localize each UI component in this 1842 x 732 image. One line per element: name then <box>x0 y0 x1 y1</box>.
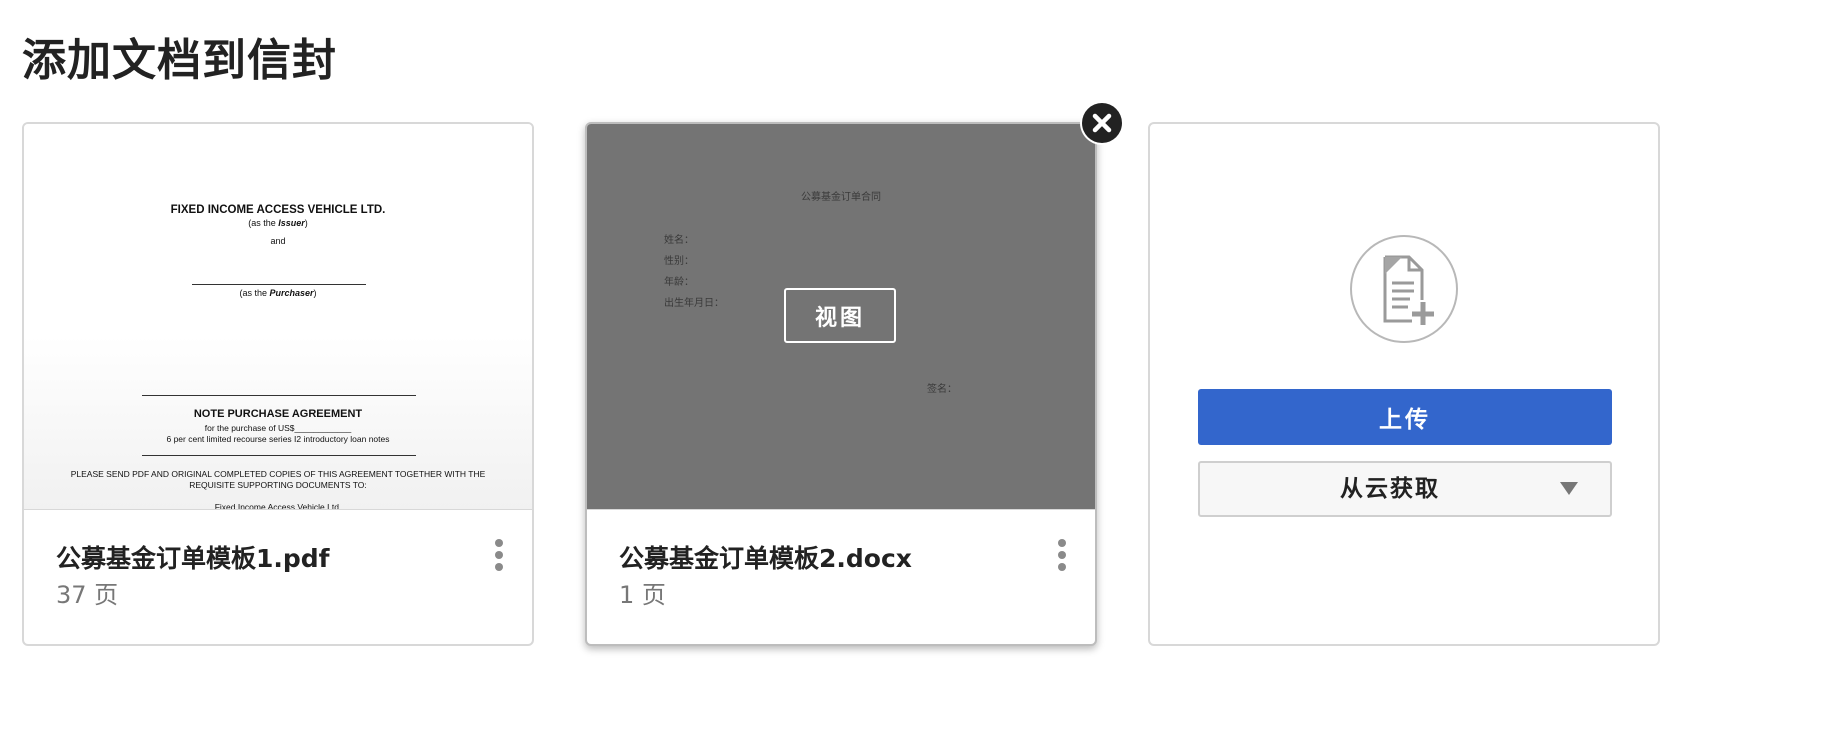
preview-notes-line: 6 per cent limited recourse series I2 in… <box>166 434 390 444</box>
more-vertical-icon[interactable] <box>1055 536 1069 576</box>
preview-as-purchaser: (as the Purchaser) <box>239 288 317 298</box>
get-from-cloud-label: 从云获取 <box>1340 476 1440 502</box>
preview-field-name: 姓名： <box>664 235 694 246</box>
get-from-cloud-dropdown[interactable]: 从云获取 <box>1198 461 1612 517</box>
page-title: 添加文档到信封 <box>22 35 337 86</box>
preview-purchase-line: for the purchase of US$____________ <box>204 423 352 433</box>
preview-field-gender: 性别： <box>664 256 694 267</box>
upload-button[interactable]: 上传 <box>1198 389 1612 445</box>
more-vertical-icon[interactable] <box>492 536 506 576</box>
preview-send-line-1: PLEASE SEND PDF AND ORIGINAL COMPLETED C… <box>70 469 486 479</box>
file-name: 公募基金订单模板1.pdf <box>56 544 330 573</box>
add-document-icon[interactable] <box>1350 235 1458 343</box>
preview-as-issuer: (as the Issuer) <box>248 218 308 228</box>
file-name: 公募基金订单模板2.docx <box>619 544 912 573</box>
preview-send-line-2: REQUISITE SUPPORTING DOCUMENTS TO: <box>189 480 367 490</box>
preview-field-age: 年龄： <box>664 277 694 288</box>
document-card-footer: 公募基金订单模板2.docx 1 页 <box>587 509 1095 644</box>
close-icon[interactable] <box>1082 103 1122 143</box>
preview-signature: 签名： <box>927 384 957 395</box>
preview-field-birth: 出生年月日： <box>664 298 724 309</box>
preview-title: 公募基金订单合同 <box>801 192 881 203</box>
document-thumbnail[interactable]: 公募基金订单合同 姓名： 性别： 年龄： 出生年月日： 签名： 视图 <box>587 124 1095 510</box>
upload-card: 上传 从云获取 <box>1148 122 1660 646</box>
page-count: 1 页 <box>619 581 666 609</box>
preview-and: and <box>270 236 286 246</box>
document-card-pdf[interactable]: FIXED INCOME ACCESS VEHICLE LTD. (as the… <box>22 122 534 646</box>
preview-company: FIXED INCOME ACCESS VEHICLE LTD. <box>170 204 386 216</box>
caret-down-icon <box>1560 482 1578 495</box>
document-thumbnail[interactable]: FIXED INCOME ACCESS VEHICLE LTD. (as the… <box>24 124 532 510</box>
page-count: 37 页 <box>56 581 119 609</box>
view-button[interactable]: 视图 <box>784 288 896 343</box>
document-card-footer: 公募基金订单模板1.pdf 37 页 <box>24 509 532 644</box>
preview-agreement-title: NOTE PURCHASE AGREEMENT <box>193 408 363 420</box>
document-card-docx[interactable]: 公募基金订单合同 姓名： 性别： 年龄： 出生年月日： 签名： 视图 公募基金订… <box>585 122 1097 646</box>
preview-rule <box>142 395 416 396</box>
preview-rule <box>142 455 416 456</box>
preview-rule <box>192 284 366 285</box>
